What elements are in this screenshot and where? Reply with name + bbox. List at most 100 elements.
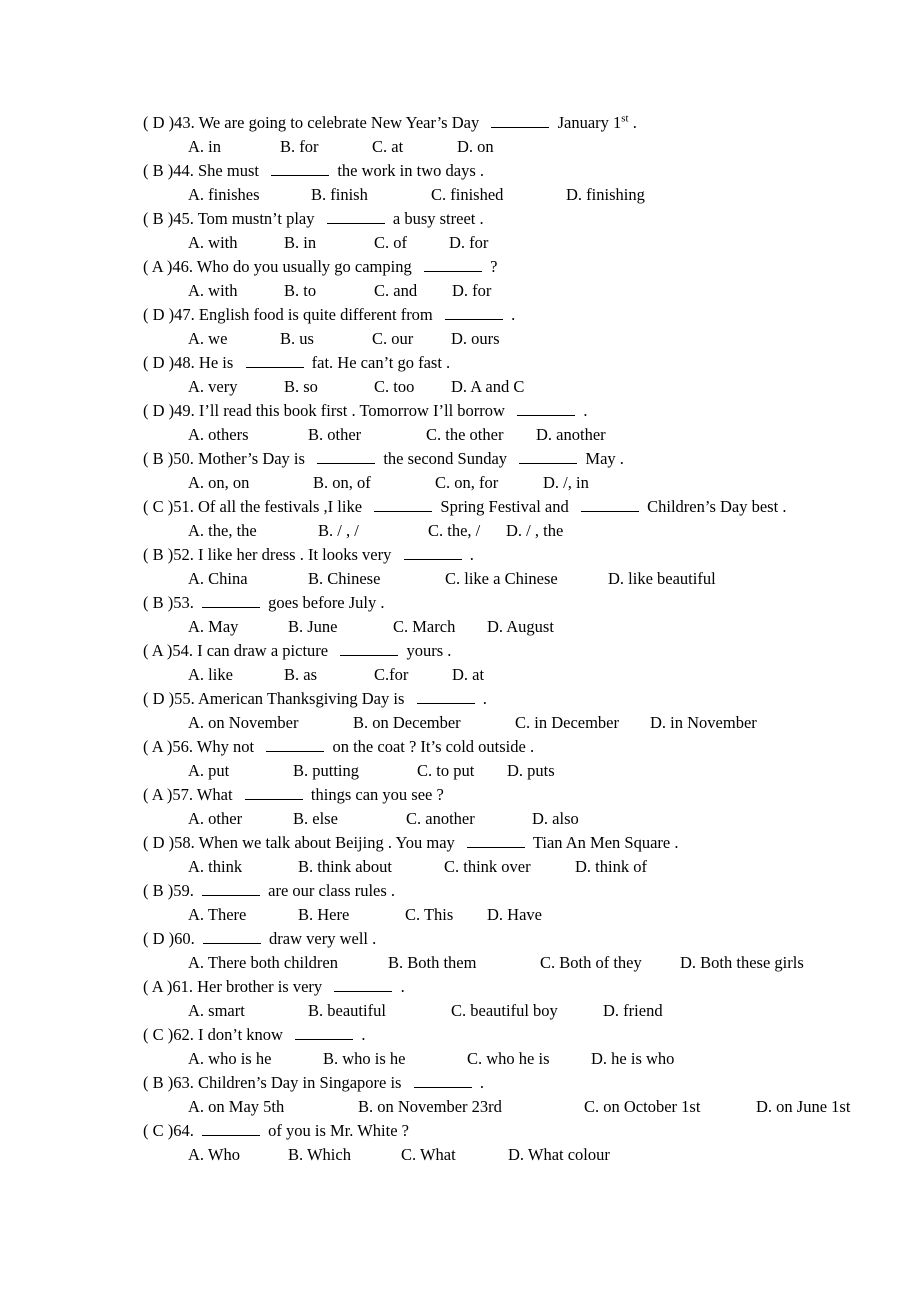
option-choice[interactable]: D. also: [532, 807, 579, 831]
option-choice[interactable]: A. with: [188, 279, 284, 303]
option-choice[interactable]: A. There: [188, 903, 298, 927]
option-choice[interactable]: B. think about: [298, 855, 444, 879]
option-choice[interactable]: C. finished: [431, 183, 566, 207]
option-choice[interactable]: A. on November: [188, 711, 353, 735]
option-choice[interactable]: D. think of: [575, 855, 647, 879]
option-choice[interactable]: C. on October 1st: [584, 1095, 756, 1119]
option-choice[interactable]: C.for: [374, 663, 452, 687]
option-choice[interactable]: D. for: [452, 279, 491, 303]
option-choice[interactable]: D. Both these girls: [680, 951, 804, 975]
answer-blank[interactable]: [491, 113, 550, 128]
option-choice[interactable]: D. /, in: [543, 471, 589, 495]
option-choice[interactable]: C. like a Chinese: [445, 567, 608, 591]
answer-blank[interactable]: [295, 1025, 354, 1040]
option-choice[interactable]: B. Which: [288, 1143, 401, 1167]
answer-marker[interactable]: ( D ): [143, 929, 174, 948]
option-choice[interactable]: C. think over: [444, 855, 575, 879]
option-choice[interactable]: B. Here: [298, 903, 405, 927]
answer-marker[interactable]: ( D ): [143, 401, 174, 420]
option-choice[interactable]: C. who he is: [467, 1047, 591, 1071]
answer-marker[interactable]: ( A ): [143, 257, 172, 276]
option-choice[interactable]: C. at: [372, 135, 457, 159]
option-choice[interactable]: B. beautiful: [308, 999, 451, 1023]
option-choice[interactable]: D. Have: [487, 903, 542, 927]
option-choice[interactable]: B. so: [284, 375, 374, 399]
option-choice[interactable]: B. as: [284, 663, 374, 687]
answer-marker[interactable]: ( C ): [143, 497, 173, 516]
option-choice[interactable]: D. he is who: [591, 1047, 674, 1071]
option-choice[interactable]: A. who is he: [188, 1047, 323, 1071]
option-choice[interactable]: A. May: [188, 615, 288, 639]
answer-blank[interactable]: [202, 929, 261, 944]
option-choice[interactable]: B. on, of: [313, 471, 435, 495]
option-choice[interactable]: C. Both of they: [540, 951, 680, 975]
option-choice[interactable]: C. our: [372, 327, 451, 351]
answer-blank[interactable]: [202, 881, 260, 896]
option-choice[interactable]: B. June: [288, 615, 393, 639]
answer-marker[interactable]: ( B ): [143, 209, 173, 228]
option-choice[interactable]: D. on June 1st: [756, 1095, 850, 1119]
answer-blank[interactable]: [517, 401, 576, 416]
option-choice[interactable]: B. putting: [293, 759, 417, 783]
option-choice[interactable]: B. to: [284, 279, 374, 303]
option-choice[interactable]: C. too: [374, 375, 451, 399]
option-choice[interactable]: C. the other: [426, 423, 536, 447]
answer-blank[interactable]: [340, 641, 399, 656]
option-choice[interactable]: B. Both them: [388, 951, 540, 975]
answer-marker[interactable]: ( A ): [143, 785, 172, 804]
option-choice[interactable]: B. finish: [311, 183, 431, 207]
option-choice[interactable]: A. other: [188, 807, 293, 831]
answer-marker[interactable]: ( D ): [143, 833, 174, 852]
option-choice[interactable]: A. on, on: [188, 471, 313, 495]
option-choice[interactable]: D. finishing: [566, 183, 645, 207]
option-choice[interactable]: B. who is he: [323, 1047, 467, 1071]
option-choice[interactable]: C. This: [405, 903, 487, 927]
option-choice[interactable]: D. August: [487, 615, 554, 639]
answer-marker[interactable]: ( D ): [143, 113, 174, 132]
option-choice[interactable]: B. on November 23rd: [358, 1095, 584, 1119]
option-choice[interactable]: D. at: [452, 663, 484, 687]
answer-blank[interactable]: [445, 305, 504, 320]
option-choice[interactable]: A. There both children: [188, 951, 388, 975]
answer-blank[interactable]: [413, 1073, 472, 1088]
answer-marker[interactable]: ( B ): [143, 161, 173, 180]
answer-blank[interactable]: [581, 497, 639, 512]
answer-marker[interactable]: ( D ): [143, 305, 174, 324]
option-choice[interactable]: D. puts: [507, 759, 555, 783]
option-choice[interactable]: D. another: [536, 423, 606, 447]
answer-marker[interactable]: ( C ): [143, 1025, 173, 1044]
option-choice[interactable]: A. on May 5th: [188, 1095, 358, 1119]
option-choice[interactable]: C. What: [401, 1143, 508, 1167]
answer-marker[interactable]: ( B ): [143, 1073, 173, 1092]
answer-blank[interactable]: [202, 593, 260, 608]
option-choice[interactable]: A. like: [188, 663, 284, 687]
option-choice[interactable]: B. Chinese: [308, 567, 445, 591]
option-choice[interactable]: B. on December: [353, 711, 515, 735]
option-choice[interactable]: D. What colour: [508, 1143, 610, 1167]
answer-marker[interactable]: ( B ): [143, 881, 173, 900]
option-choice[interactable]: D. on: [457, 135, 494, 159]
option-choice[interactable]: B. for: [280, 135, 372, 159]
option-choice[interactable]: C. March: [393, 615, 487, 639]
answer-marker[interactable]: ( A ): [143, 737, 172, 756]
answer-marker[interactable]: ( A ): [143, 977, 172, 996]
option-choice[interactable]: D. like beautiful: [608, 567, 716, 591]
answer-blank[interactable]: [423, 257, 482, 272]
answer-marker[interactable]: ( B ): [143, 449, 173, 468]
option-choice[interactable]: A. Who: [188, 1143, 288, 1167]
option-choice[interactable]: B. else: [293, 807, 406, 831]
answer-blank[interactable]: [416, 689, 475, 704]
option-choice[interactable]: C. the, /: [428, 519, 506, 543]
answer-blank[interactable]: [244, 785, 303, 800]
option-choice[interactable]: A. the, the: [188, 519, 318, 543]
option-choice[interactable]: D. friend: [603, 999, 663, 1023]
option-choice[interactable]: D. ours: [451, 327, 500, 351]
option-choice[interactable]: A. finishes: [188, 183, 311, 207]
option-choice[interactable]: A. we: [188, 327, 280, 351]
option-choice[interactable]: B. us: [280, 327, 372, 351]
option-choice[interactable]: A. put: [188, 759, 293, 783]
option-choice[interactable]: C. of: [374, 231, 449, 255]
option-choice[interactable]: A. with: [188, 231, 284, 255]
option-choice[interactable]: C. and: [374, 279, 452, 303]
answer-marker[interactable]: ( B ): [143, 593, 173, 612]
